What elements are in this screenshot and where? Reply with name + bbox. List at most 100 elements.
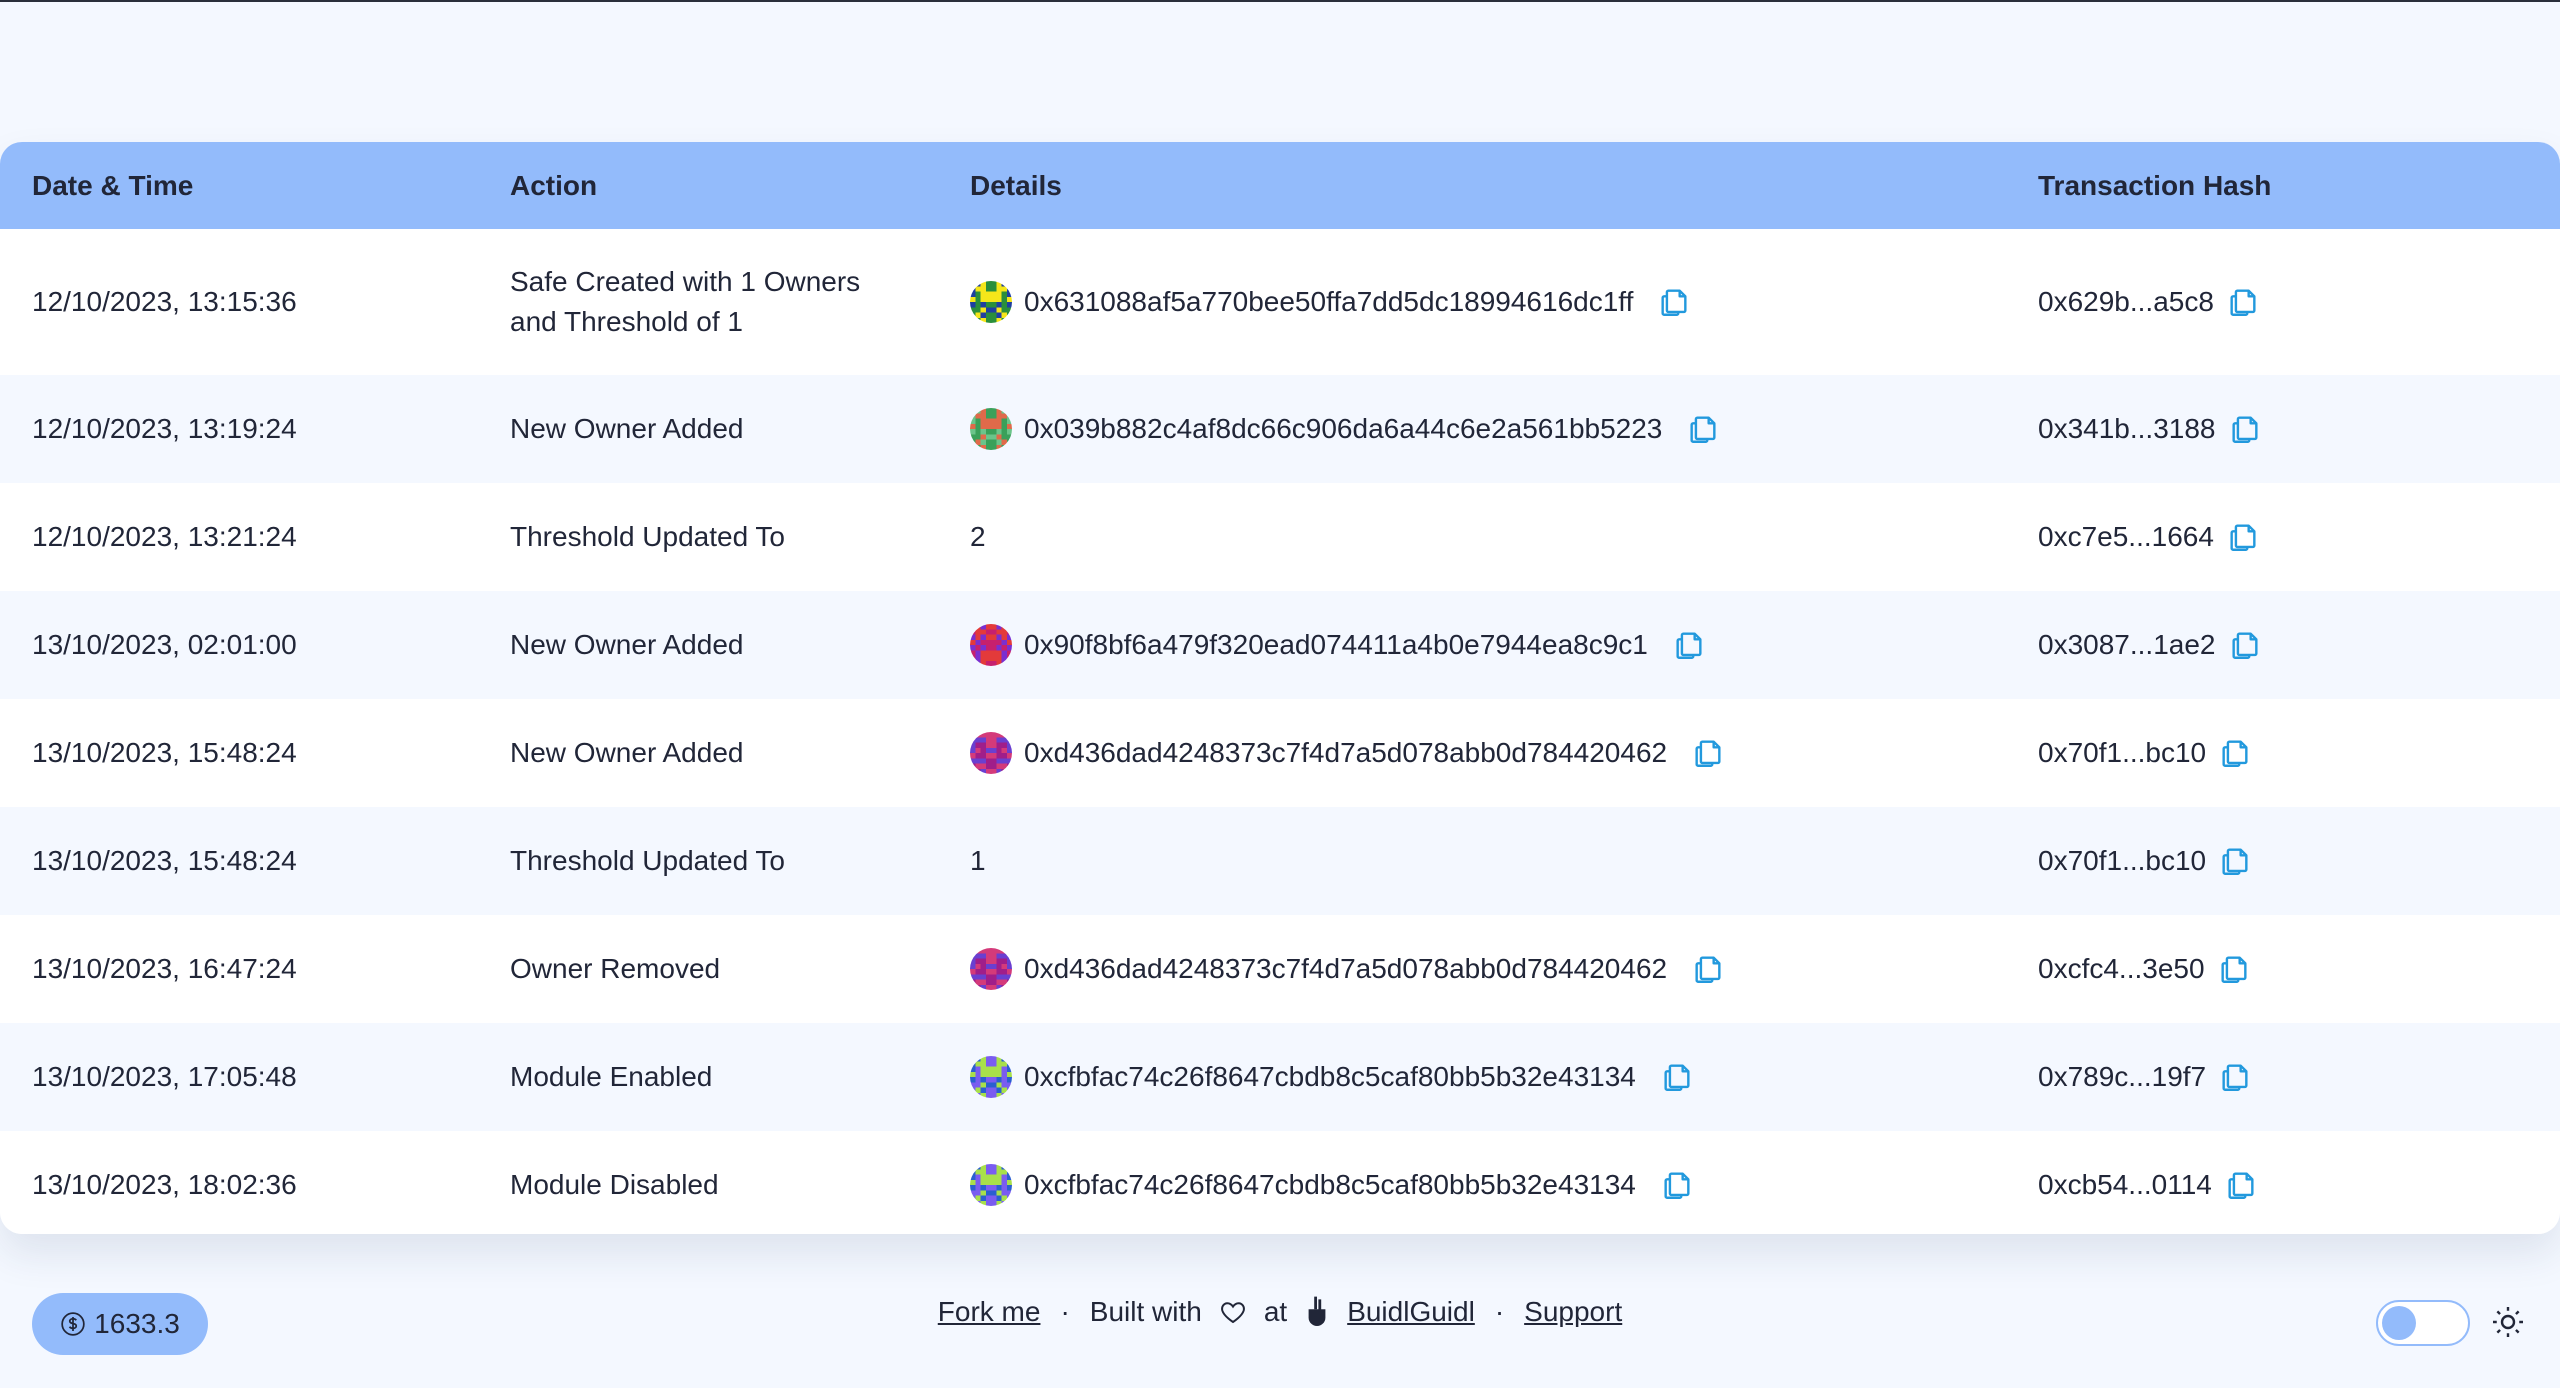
address-avatar-icon	[970, 1164, 1012, 1206]
footer: Fork me · Built with at BuidlGuidl · Sup…	[0, 1290, 2560, 1334]
address-text: 0xd436dad4248373c7f4d7a5d078abb0d7844204…	[1024, 953, 1668, 984]
header-transaction-hash: Transaction Hash	[2038, 169, 2272, 201]
address-text: 0xcfbfac74c26f8647cbdb8c5caf80bb5b32e431…	[1024, 1169, 1636, 1200]
sun-icon[interactable]	[2490, 1304, 2526, 1340]
details-address: 0xcfbfac74c26f8647cbdb8c5caf80bb5b32e431…	[970, 1056, 2006, 1098]
address-text: 0x039b882c4af8dc66c906da6a44c6e2a561bb52…	[1024, 413, 1663, 444]
address-avatar-icon	[970, 1056, 1012, 1098]
copy-address-icon[interactable]	[1660, 1168, 1694, 1202]
table-row: 13/10/2023, 15:48:24 Threshold Updated To…	[0, 807, 2560, 915]
transaction-hash-link[interactable]: 0x629b...a5c8	[2038, 286, 2214, 318]
table-row: 12/10/2023, 13:15:36 Safe Created with 1 …	[0, 229, 2560, 375]
cell-action: Threshold Updated To	[478, 483, 938, 591]
cell-transaction-hash: 0xc7e5...1664	[2006, 483, 2560, 591]
support-link[interactable]: Support	[1524, 1296, 1622, 1328]
heart-icon	[1220, 1302, 1245, 1324]
address-avatar-icon	[970, 948, 1012, 990]
cell-date-time: 13/10/2023, 16:47:24	[32, 953, 297, 984]
theme-toggle[interactable]	[2376, 1300, 2470, 1346]
cell-date-time: 13/10/2023, 18:02:36	[32, 1169, 297, 1200]
table-header-row: Date & Time Action Details Transaction H…	[0, 142, 2560, 229]
transaction-hash-link[interactable]: 0x3087...1ae2	[2038, 629, 2216, 661]
cell-date-time: 13/10/2023, 17:05:48	[32, 1061, 297, 1092]
cell-date-time: 12/10/2023, 13:19:24	[32, 413, 297, 444]
copy-hash-icon[interactable]	[2218, 736, 2252, 770]
buidlguidl-link[interactable]: BuidlGuidl	[1347, 1296, 1475, 1328]
transaction-hash-link[interactable]: 0x341b...3188	[2038, 413, 2216, 445]
copy-address-icon[interactable]	[1686, 412, 1720, 446]
cell-date-time: 13/10/2023, 15:48:24	[32, 845, 297, 876]
buidlguidl-logo-icon	[1308, 1296, 1326, 1326]
details-value: 2	[970, 521, 986, 552]
transaction-hash-link[interactable]: 0x789c...19f7	[2038, 1061, 2206, 1093]
copy-address-icon[interactable]	[1660, 1060, 1694, 1094]
action-text: Module Disabled	[510, 1169, 719, 1200]
transaction-hash-link[interactable]: 0x70f1...bc10	[2038, 737, 2206, 769]
cell-details: 0x90f8bf6a479f320ead074411a4b0e7944ea8c9…	[938, 591, 2006, 699]
copy-address-icon[interactable]	[1691, 736, 1725, 770]
cell-details: 0x039b882c4af8dc66c906da6a44c6e2a561bb52…	[938, 375, 2006, 483]
table-row: 13/10/2023, 17:05:48 Module Enabled 0xcfbf…	[0, 1023, 2560, 1131]
address-avatar-icon	[970, 408, 1012, 450]
copy-hash-icon[interactable]	[2217, 952, 2251, 986]
copy-address-icon[interactable]	[1672, 628, 1706, 662]
cell-details: 0xd436dad4248373c7f4d7a5d078abb0d7844204…	[938, 699, 2006, 807]
copy-hash-icon[interactable]	[2226, 285, 2260, 319]
transaction-hash-link[interactable]: 0xc7e5...1664	[2038, 521, 2214, 553]
copy-hash-icon[interactable]	[2226, 520, 2260, 554]
header-date-time: Date & Time	[32, 169, 194, 201]
action-text: Module Enabled	[510, 1061, 713, 1092]
at-text: at	[1263, 1296, 1288, 1327]
table-row: 13/10/2023, 15:48:24 New Owner Added 0xd43…	[0, 699, 2560, 807]
table-row: 12/10/2023, 13:21:24 Threshold Updated To…	[0, 483, 2560, 591]
copy-address-icon[interactable]	[1657, 285, 1691, 319]
cell-transaction-hash: 0xcb54...0114	[2006, 1131, 2560, 1234]
address-avatar-icon	[970, 281, 1012, 323]
cell-action: Module Disabled	[478, 1131, 938, 1234]
footer-separator: ·	[1494, 1296, 1505, 1327]
header-action: Action	[510, 169, 598, 201]
header-details: Details	[970, 169, 1062, 201]
action-text: New Owner Added	[510, 413, 744, 444]
cell-details: 2	[938, 483, 2006, 591]
cell-transaction-hash: 0x789c...19f7	[2006, 1023, 2560, 1131]
copy-hash-icon[interactable]	[2218, 1060, 2252, 1094]
details-address: 0x631088af5a770bee50ffa7dd5dc18994616dc1…	[970, 281, 2006, 323]
copy-hash-icon[interactable]	[2228, 628, 2262, 662]
cell-transaction-hash: 0x629b...a5c8	[2006, 229, 2560, 375]
cell-action: New Owner Added	[478, 375, 938, 483]
transaction-hash-link[interactable]: 0x70f1...bc10	[2038, 845, 2206, 877]
action-text: New Owner Added	[510, 629, 744, 660]
details-address: 0xd436dad4248373c7f4d7a5d078abb0d7844204…	[970, 732, 2006, 774]
transaction-hash-link[interactable]: 0xcfc4...3e50	[2038, 953, 2205, 985]
cell-action: Module Enabled	[478, 1023, 938, 1131]
cell-details: 0xcfbfac74c26f8647cbdb8c5caf80bb5b32e431…	[938, 1023, 2006, 1131]
cell-details: 0xcfbfac74c26f8647cbdb8c5caf80bb5b32e431…	[938, 1131, 2006, 1234]
action-text: Threshold Updated To	[510, 521, 785, 552]
built-with-text: Built with	[1089, 1296, 1202, 1327]
transaction-hash-link[interactable]: 0xcb54...0114	[2038, 1169, 2212, 1201]
footer-separator: ·	[1060, 1296, 1070, 1327]
action-text: New Owner Added	[510, 737, 744, 768]
copy-hash-icon[interactable]	[2228, 412, 2262, 446]
table-row: 13/10/2023, 02:01:00 New Owner Added 0x90f…	[0, 591, 2560, 699]
action-text: Safe Created with 1 Owners and Threshold…	[510, 266, 861, 337]
cell-transaction-hash: 0xcfc4...3e50	[2006, 915, 2560, 1023]
copy-hash-icon[interactable]	[2224, 1168, 2258, 1202]
copy-address-icon[interactable]	[1691, 952, 1725, 986]
action-text: Owner Removed	[510, 953, 721, 984]
cell-action: New Owner Added	[478, 699, 938, 807]
fork-me-link[interactable]: Fork me	[938, 1296, 1041, 1328]
address-text: 0x631088af5a770bee50ffa7dd5dc18994616dc1…	[1024, 286, 1634, 317]
cell-action: New Owner Added	[478, 591, 938, 699]
details-address: 0x90f8bf6a479f320ead074411a4b0e7944ea8c9…	[970, 624, 2006, 666]
cell-transaction-hash: 0x70f1...bc10	[2006, 807, 2560, 915]
top-border	[0, 0, 2560, 2]
cell-details: 1	[938, 807, 2006, 915]
cell-transaction-hash: 0x341b...3188	[2006, 375, 2560, 483]
details-address: 0x039b882c4af8dc66c906da6a44c6e2a561bb52…	[970, 408, 2006, 450]
cell-action: Owner Removed	[478, 915, 938, 1023]
cell-transaction-hash: 0x3087...1ae2	[2006, 591, 2560, 699]
copy-hash-icon[interactable]	[2218, 844, 2252, 878]
address-avatar-icon	[970, 732, 1012, 774]
